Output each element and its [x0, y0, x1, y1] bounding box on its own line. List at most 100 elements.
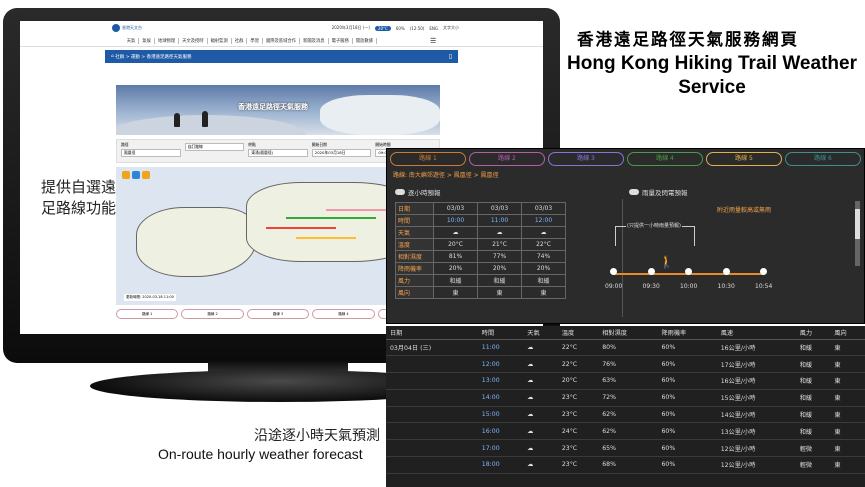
- selector-value[interactable]: 東涌(鳳凰徑): [248, 149, 308, 157]
- route-tab[interactable]: 路線 5: [706, 152, 782, 166]
- top-info: 2020年3月18日 (一) 20°C 60% (12:50) ENG 文字大小: [332, 25, 459, 31]
- cell-dir: 東: [830, 456, 865, 474]
- radar-note[interactable]: 附近雨量較高或無雨: [717, 205, 771, 214]
- route-tab[interactable]: 路線 3: [548, 152, 624, 166]
- nav-item[interactable]: 國際及區域合作: [263, 37, 301, 44]
- screen-route-tab[interactable]: 路線 3: [246, 309, 310, 319]
- forecast-row-label: 風力: [395, 274, 434, 287]
- star-icon[interactable]: [122, 171, 130, 179]
- screen-route-tab[interactable]: 路線 1: [116, 309, 179, 319]
- route-tab[interactable]: 路線 1: [390, 152, 466, 166]
- cell-speed: 17公里/小時: [716, 355, 796, 374]
- timeline-time-label: 09:30: [642, 283, 660, 290]
- timeline-dot[interactable]: [647, 268, 655, 275]
- layers-icon[interactable]: [132, 171, 140, 179]
- cell-temp: 23°C: [557, 456, 599, 474]
- cell-dir: 東: [830, 439, 865, 458]
- timeline-bracket: (只提供一小時雨量預報): [615, 222, 695, 246]
- panel-divider: [622, 199, 623, 317]
- date-cell: [386, 389, 478, 407]
- forecast-row-label: 相對濕度: [395, 250, 434, 263]
- screen-route-tab[interactable]: 路線 4: [312, 309, 375, 319]
- logo-text: 香港天文台: [122, 25, 142, 30]
- scrollbar-thumb[interactable]: [855, 209, 860, 239]
- timeline-time-label: 10:00: [680, 283, 698, 290]
- cell-dir: 東: [830, 339, 865, 357]
- cell-time: 18:00: [477, 456, 524, 474]
- selector-trail[interactable]: 路徑 鳳凰徑: [121, 142, 181, 160]
- nav-item[interactable]: 電子服務: [329, 37, 353, 44]
- forecast-cell: 81%: [433, 250, 478, 263]
- cell-dir: 東: [830, 406, 865, 424]
- nav-item[interactable]: 氣候: [139, 37, 155, 44]
- hamburger-menu-icon[interactable]: ☰: [427, 37, 439, 45]
- screen-route-tab[interactable]: 路線 2: [181, 309, 244, 319]
- selector-end[interactable]: 終點 東涌(鳳凰徑): [248, 142, 308, 160]
- cell-temp: 23°C: [557, 439, 599, 458]
- selector-custom[interactable]: 自訂路線: [184, 142, 245, 160]
- cell-weather: ☁: [523, 355, 558, 374]
- forecast-row: 降雨機率 20% 20% 20%: [395, 262, 566, 275]
- rain-cloud-icon: [629, 189, 639, 195]
- forecast-row: 風向東東東: [395, 286, 566, 299]
- timeline-dot[interactable]: [685, 268, 692, 275]
- forecast-cell: 03/03: [433, 202, 478, 215]
- nav-item[interactable]: 開放數據: [353, 37, 377, 44]
- timeline-dot[interactable]: [610, 268, 617, 275]
- selector-value[interactable]: 自訂路線: [184, 143, 245, 151]
- timeline-dot[interactable]: [760, 268, 767, 275]
- nav-item[interactable]: 新聞及消息: [300, 37, 329, 44]
- cell-weather: ☁: [523, 422, 558, 441]
- date-cell: 03月04日 (三): [386, 339, 478, 357]
- banner-title: 香港遠足路徑天氣服務: [238, 103, 308, 111]
- selector-date[interactable]: 開始日期 2020年03月18日: [311, 142, 372, 160]
- route-tab[interactable]: 路線 2: [469, 152, 545, 166]
- route-tab[interactable]: 路線 6: [785, 152, 861, 166]
- cell-speed: 16公里/小時: [716, 339, 796, 357]
- panel-scrollbar[interactable]: [855, 201, 860, 266]
- nav-item[interactable]: 地球物理: [155, 37, 180, 44]
- forecast-cell: 20%: [477, 262, 522, 275]
- cell-dir: 東: [830, 422, 865, 441]
- forecast-cell: ☁: [477, 226, 522, 239]
- forecast-cell: 74%: [521, 250, 566, 263]
- route-line-green: [286, 217, 376, 219]
- nav-item[interactable]: 學習: [247, 37, 263, 44]
- column-header: 天氣: [523, 326, 558, 340]
- route-tabs: 路線 1 路線 2 路線 3 路線 4 路線 5 路線 6: [387, 149, 864, 166]
- cell-force: 和緩: [795, 422, 831, 441]
- filter-icon[interactable]: [142, 171, 150, 179]
- forecast-row-label: 降雨機率: [395, 262, 434, 275]
- selector-value[interactable]: 鳳凰徑: [121, 149, 181, 157]
- walking-person-icon: 🚶: [659, 255, 674, 269]
- cell-force: 和緩: [795, 372, 831, 390]
- map-tool-icons: [122, 171, 150, 179]
- route-tab[interactable]: 路線 4: [627, 152, 703, 166]
- bookmark-icon[interactable]: ▯: [449, 53, 452, 60]
- timeline-time-label: 10:30: [717, 283, 735, 290]
- nav-item[interactable]: 社群: [232, 37, 248, 44]
- timeline-dot[interactable]: [722, 268, 730, 275]
- breadcrumb: ⌂ 社群 > 運動 > 香港遠足路徑天氣服務 ▯: [105, 50, 458, 63]
- forecast-cell: 03/03: [477, 202, 522, 215]
- date-cell: [386, 372, 478, 390]
- site-logo[interactable]: 香港天文台: [112, 24, 142, 32]
- forecast-cell: 和緩: [477, 274, 522, 287]
- font-size-link[interactable]: 文字大小: [443, 25, 459, 31]
- table-header-row: 日期 時間 天氣 溫度 相對濕度 降雨機率 風速 風力 風向: [386, 326, 865, 340]
- cell-speed: 12公里/小時: [716, 456, 796, 474]
- forecast-row-label: 風向: [395, 286, 434, 299]
- headline-en-line2: Service: [678, 77, 746, 98]
- lang-link[interactable]: ENG: [429, 26, 438, 31]
- cell-rh: 62%: [598, 422, 658, 441]
- column-header: 溫度: [557, 326, 599, 340]
- date-cell: [386, 456, 478, 474]
- column-header: 風速: [716, 326, 796, 340]
- forecast-cell: 東: [433, 286, 478, 299]
- nav-item[interactable]: 天氣: [124, 37, 140, 44]
- nav-item[interactable]: 天文及授時: [179, 37, 208, 44]
- selector-value[interactable]: 2020年03月18日: [311, 149, 372, 157]
- top-temp: 20°C: [374, 25, 391, 31]
- nav-item[interactable]: 輻射監測: [208, 37, 232, 44]
- cell-dir: 東: [830, 389, 865, 407]
